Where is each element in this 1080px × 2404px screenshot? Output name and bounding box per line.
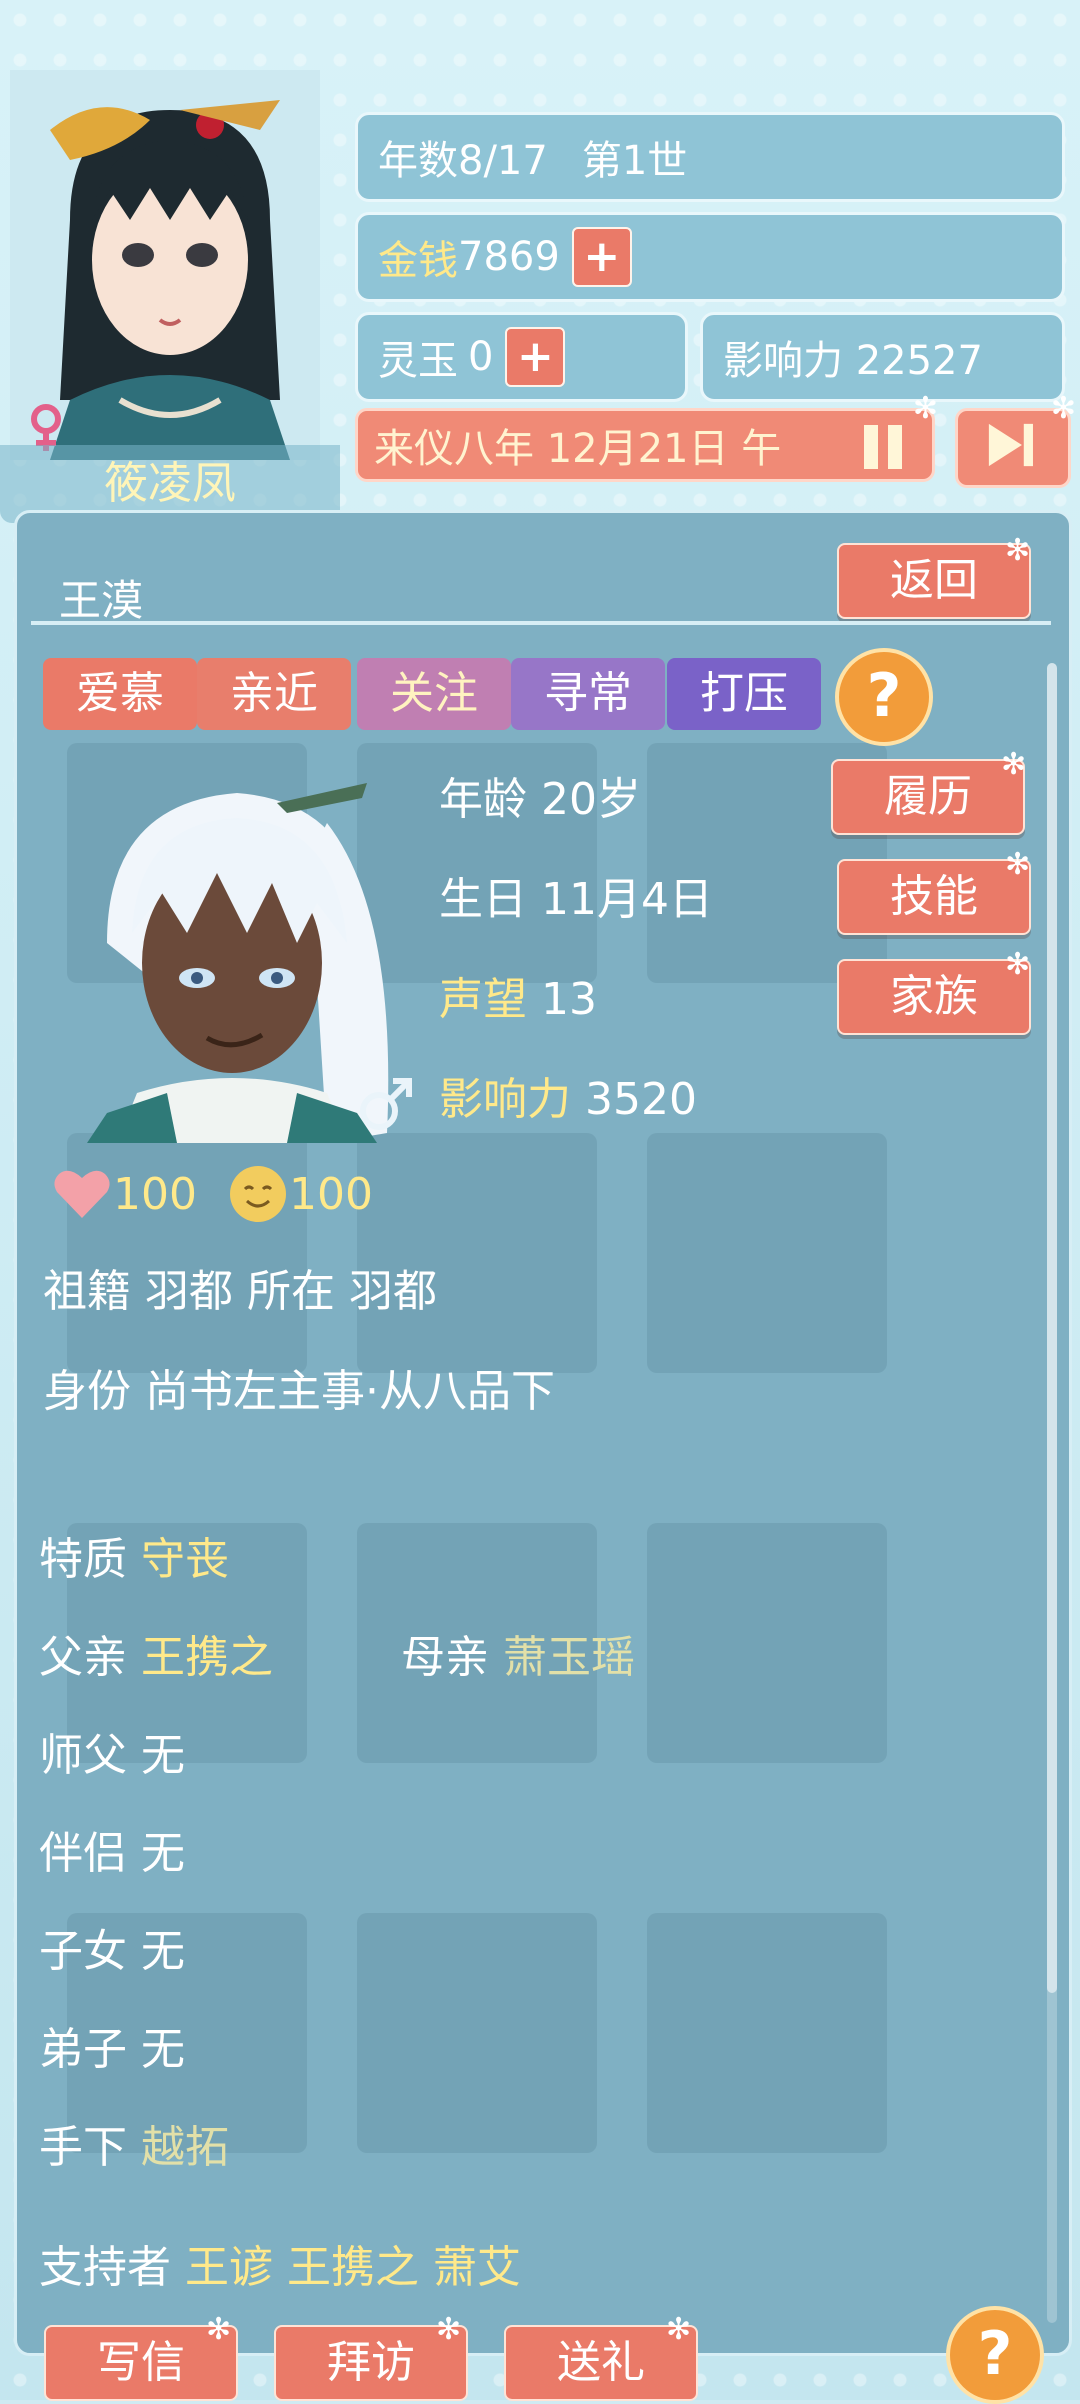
subordinate-row: 手下 越拓: [39, 2111, 229, 2175]
generation: 第1世: [581, 138, 688, 184]
sparkle-icon: ✻: [666, 2312, 692, 2347]
sparkle-icon: ✻: [1005, 847, 1031, 882]
bg-card: [647, 1133, 887, 1373]
jade-row: 灵玉 0 +: [355, 312, 688, 402]
jade-label: 灵玉: [378, 338, 458, 384]
tag-ordinary[interactable]: 寻常: [511, 658, 665, 730]
money-label: 金钱: [378, 238, 458, 284]
trait-value[interactable]: 守丧: [141, 1534, 229, 1585]
mother-label: 母亲: [401, 1632, 489, 1683]
supporters-row: 支持者 王谚 王携之 萧艾: [39, 2231, 521, 2295]
sparkle-icon: ✻: [1005, 947, 1031, 982]
bg-card: [357, 1913, 597, 2153]
sparkle-icon: ✻: [1050, 391, 1076, 426]
children-label: 子女: [39, 1926, 127, 1977]
tag-admire[interactable]: 爱慕: [43, 658, 197, 730]
year-row: 年数8/17 第1世: [355, 112, 1065, 202]
mother-value[interactable]: 萧玉瑶: [503, 1632, 635, 1683]
male-symbol-icon: [360, 1078, 412, 1130]
reputation-value: 13: [541, 974, 597, 1025]
year-count: 年数8/17: [378, 138, 548, 184]
character-panel: 王漠 返回 ✻ 爱慕 亲近 关注 寻常 打压 ? 年龄 20岁 生日 11月4日…: [14, 510, 1072, 2356]
father-row: 父亲 王携之: [39, 1621, 273, 1685]
sparkle-icon: ✻: [1001, 747, 1027, 782]
origin-line: 祖籍 羽都 所在 羽都: [43, 1266, 437, 1317]
father-label: 父亲: [39, 1632, 127, 1683]
add-jade-button[interactable]: +: [505, 327, 566, 387]
subordinate-label: 手下: [39, 2122, 127, 2173]
skills-button[interactable]: 技能: [837, 859, 1031, 935]
sparkle-icon: ✻: [206, 2312, 232, 2347]
date-bar: 来仪八年 12月21日 午 ✻: [355, 391, 938, 482]
influence-label: 影响力: [439, 1074, 571, 1125]
trait-row: 特质 守丧: [39, 1523, 229, 1587]
favor-value: 100: [113, 1168, 197, 1220]
children-value: 无: [141, 1926, 185, 1977]
master-label: 师父: [39, 1730, 127, 1781]
sparkle-icon: ✻: [1005, 533, 1031, 568]
sparkle-icon: ✻: [912, 391, 938, 426]
player-avatar: [10, 70, 320, 460]
player-influence: 影响力 22527: [723, 338, 983, 384]
smile-icon: [229, 1166, 286, 1222]
tag-attention[interactable]: 关注: [357, 658, 511, 730]
partner-label: 伴侣: [39, 1828, 127, 1879]
skip-forward-icon: [988, 423, 1033, 467]
disciples-label: 弟子: [39, 2024, 127, 2075]
help-button[interactable]: ?: [835, 648, 933, 746]
reputation-label: 声望: [439, 974, 527, 1025]
bottom-help-button[interactable]: ?: [946, 2306, 1044, 2404]
back-button[interactable]: 返回: [837, 543, 1031, 619]
partner-value: 无: [141, 1828, 185, 1879]
supporters-value[interactable]: 王谚 王携之 萧艾: [185, 2242, 521, 2293]
influence-value: 3520: [585, 1074, 697, 1125]
scrollbar-thumb[interactable]: [1047, 663, 1057, 1993]
jade-value: 0: [468, 334, 494, 380]
supporters-label: 支持者: [39, 2242, 171, 2293]
partner-row: 伴侣 无: [39, 1817, 185, 1881]
sparkle-icon: ✻: [436, 2312, 462, 2347]
current-date: 来仪八年 12月21日 午: [374, 426, 782, 472]
master-row: 师父 无: [39, 1719, 185, 1783]
player-influence-row: 影响力 22527: [700, 312, 1065, 402]
disciples-value: 无: [141, 2024, 185, 2075]
family-button[interactable]: 家族: [837, 959, 1031, 1035]
disciples-row: 弟子 无: [39, 2013, 185, 2077]
character-birthday: 生日 11月4日: [439, 874, 713, 925]
character-name: 王漠: [59, 576, 144, 625]
favor-mood-row: 100 100: [51, 1163, 373, 1225]
resume-button[interactable]: 履历: [831, 759, 1025, 835]
bg-card: [647, 1523, 887, 1763]
master-value: 无: [141, 1730, 185, 1781]
divider: [31, 621, 1051, 625]
pause-icon[interactable]: [858, 419, 914, 475]
character-reputation: 声望 13: [439, 963, 597, 1027]
trait-label: 特质: [39, 1534, 127, 1585]
player-portrait[interactable]: 筱凌凤: [0, 30, 340, 523]
tag-close[interactable]: 亲近: [197, 658, 351, 730]
money-row: 金钱 7869 +: [355, 212, 1065, 302]
tag-suppress[interactable]: 打压: [667, 658, 821, 730]
character-age: 年龄 20岁: [439, 774, 641, 825]
children-row: 子女 无: [39, 1915, 185, 1979]
father-value[interactable]: 王携之: [141, 1632, 273, 1683]
skip-forward-button[interactable]: ✻: [955, 391, 1076, 488]
subordinate-value[interactable]: 越拓: [141, 2122, 229, 2173]
add-money-button[interactable]: +: [571, 227, 632, 287]
bg-card: [357, 1133, 597, 1373]
mood-value: 100: [288, 1168, 373, 1220]
mother-row: 母亲 萧玉瑶: [401, 1621, 635, 1685]
character-influence: 影响力 3520: [439, 1063, 697, 1127]
identity-line: 身份 尚书左主事·从八品下: [43, 1366, 555, 1417]
heart-icon: [54, 1170, 110, 1218]
bg-card: [647, 1913, 887, 2153]
money-value: 7869: [458, 234, 560, 280]
